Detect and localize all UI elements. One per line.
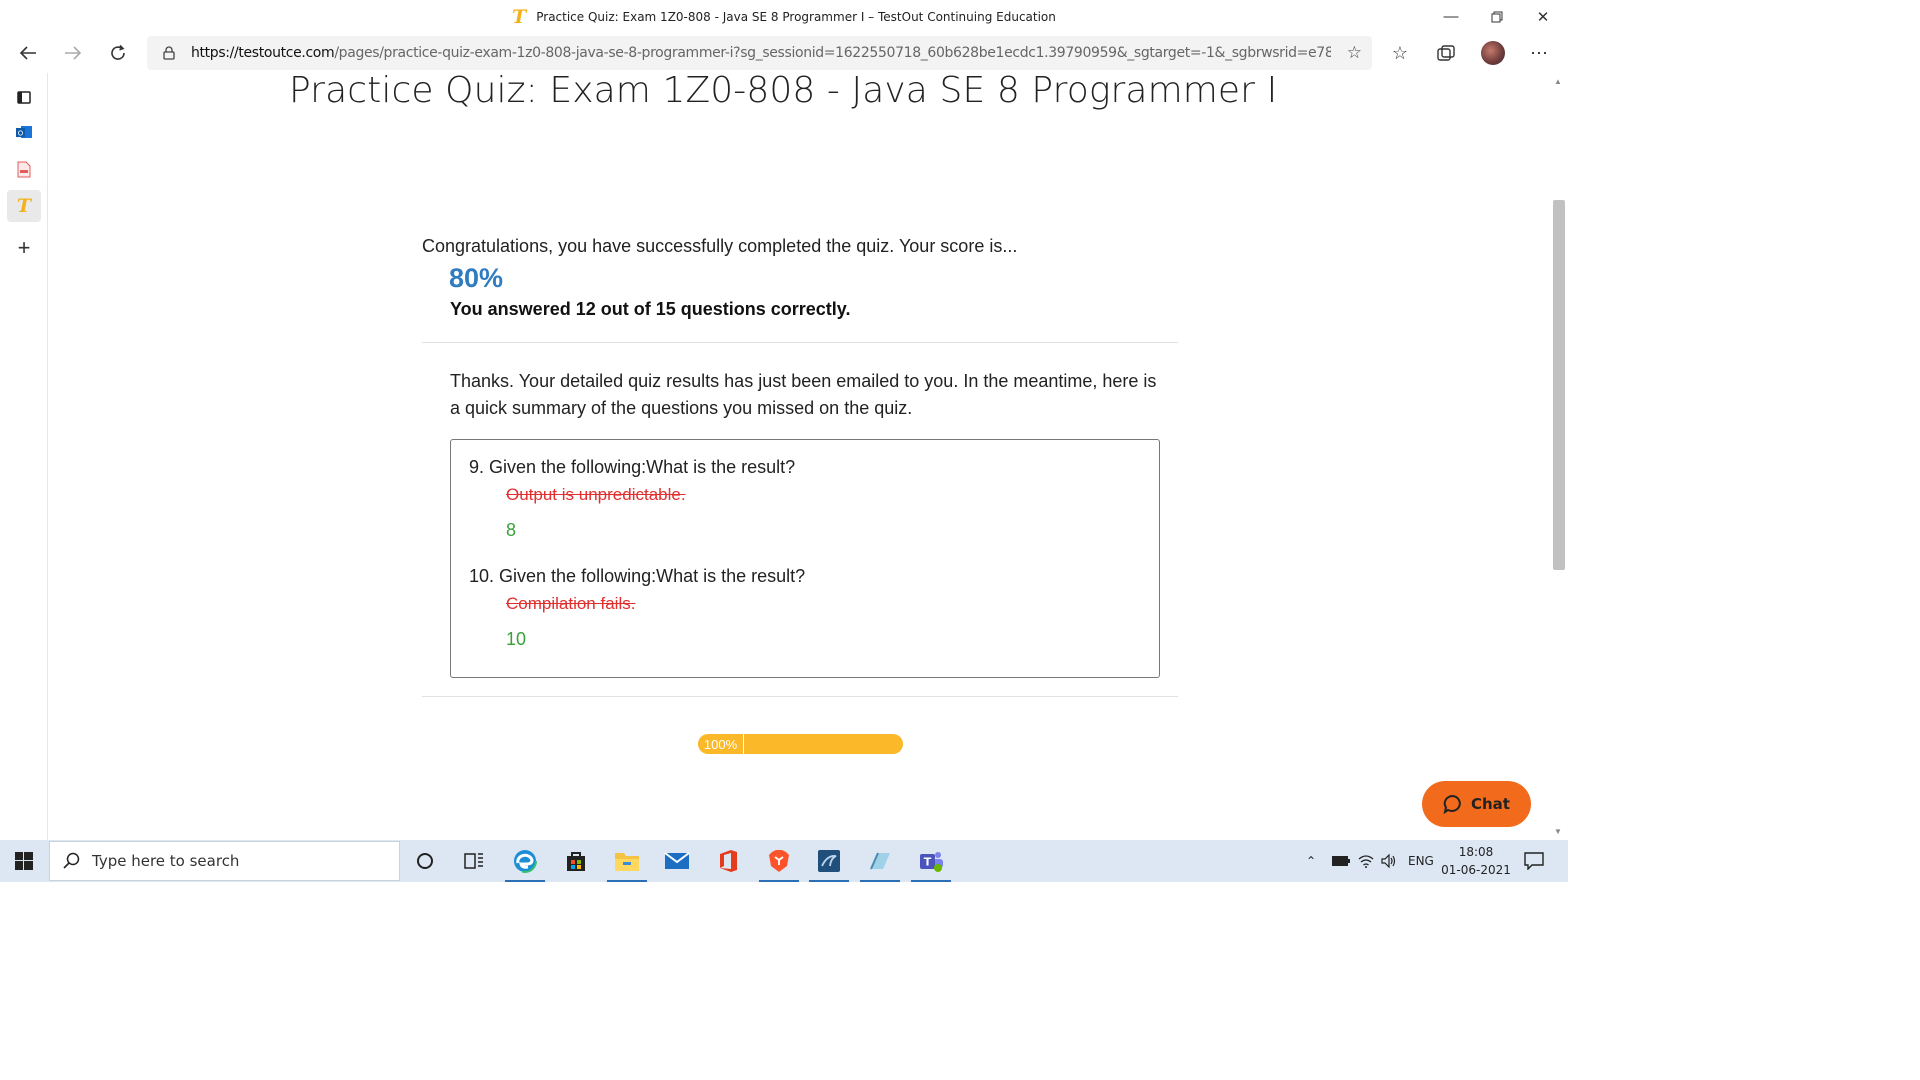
lock-icon[interactable] — [161, 45, 177, 61]
scroll-thumb[interactable] — [1553, 200, 1565, 570]
taskbar-search-input[interactable]: Type here to search — [49, 841, 400, 881]
divider — [422, 696, 1178, 697]
missed-question: 9. Given the following:What is the resul… — [469, 457, 796, 477]
file-explorer-icon[interactable] — [602, 840, 652, 882]
page-content: Practice Quiz: Exam 1Z0-808 - Java SE 8 … — [49, 73, 1550, 840]
search-placeholder: Type here to search — [92, 852, 240, 870]
favorites-icon[interactable]: ☆ — [1385, 39, 1415, 67]
mail-icon[interactable] — [652, 840, 702, 882]
refresh-button[interactable] — [101, 37, 135, 69]
notepad-app-icon[interactable] — [855, 840, 905, 882]
language-indicator[interactable]: ENG — [1408, 840, 1434, 882]
address-bar[interactable]: https://testoutce.com/pages/practice-qui… — [147, 36, 1372, 70]
wifi-icon[interactable] — [1358, 840, 1374, 882]
office-icon[interactable] — [7, 153, 41, 185]
correct-answer: 8 — [506, 520, 517, 540]
search-icon — [63, 852, 80, 869]
teams-icon[interactable]: T — [906, 840, 956, 882]
add-sidebar-icon[interactable]: + — [7, 232, 41, 264]
score-value: 80% — [449, 263, 504, 293]
svg-text:T: T — [924, 856, 932, 869]
scroll-down-icon[interactable]: ▼ — [1554, 827, 1562, 836]
more-menu-icon[interactable]: ⋯ — [1524, 39, 1554, 67]
browser-sidebar: O T + — [0, 73, 48, 840]
testout-tab-icon[interactable]: T — [7, 190, 41, 222]
windows-start-button[interactable] — [0, 840, 48, 882]
back-button[interactable] — [11, 37, 45, 69]
clock-date: 01-06-2021 — [1441, 863, 1511, 877]
congrats-text: Congratulations, you have successfully c… — [422, 236, 1018, 256]
progress-label: 100% — [698, 734, 744, 754]
url-text[interactable]: https://testoutce.com/pages/practice-qui… — [191, 45, 1331, 61]
battery-icon[interactable] — [1332, 840, 1350, 882]
answered-summary: You answered 12 out of 15 questions corr… — [450, 299, 851, 319]
divider — [422, 342, 1178, 343]
missed-question: 10. Given the following:What is the resu… — [469, 566, 806, 586]
volume-icon[interactable] — [1381, 840, 1397, 882]
edge-taskbar-icon[interactable] — [500, 840, 550, 882]
windows-taskbar: Type here to search T ⌃ ENG 18:08 01-06-… — [0, 840, 1568, 882]
window-titlebar: T Practice Quiz: Exam 1Z0-808 - Java SE … — [0, 0, 1568, 33]
correct-answer: 10 — [506, 629, 527, 649]
scroll-up-icon[interactable]: ▲ — [1554, 77, 1562, 86]
collections-icon[interactable] — [1431, 39, 1461, 67]
progress-bar: 100% — [698, 734, 903, 754]
cortana-icon[interactable] — [400, 840, 450, 882]
your-answer-wrong: Output is unpredictable. — [506, 485, 686, 504]
svg-text:O: O — [18, 130, 24, 138]
chat-bubble-icon — [1443, 794, 1461, 814]
add-favorite-icon[interactable]: ☆ — [1347, 43, 1362, 63]
chat-label: Chat — [1471, 795, 1510, 813]
taskbar-clock[interactable]: 18:08 01-06-2021 — [1440, 843, 1512, 879]
testout-logo-icon: T — [512, 5, 527, 28]
chat-button[interactable]: Chat — [1422, 781, 1531, 827]
missed-questions-box: 9. Given the following:What is the resul… — [450, 439, 1160, 678]
forward-button[interactable] — [56, 37, 90, 69]
notifications-icon[interactable] — [1524, 840, 1544, 882]
thanks-text: Thanks. Your detailed quiz results has j… — [450, 371, 1157, 418]
clock-time: 18:08 — [1458, 845, 1494, 859]
your-answer-wrong: Compilation fails. — [506, 594, 636, 613]
profile-avatar[interactable] — [1478, 39, 1508, 67]
outlook-icon[interactable]: O — [7, 116, 41, 148]
office-taskbar-icon[interactable] — [703, 840, 753, 882]
store-icon[interactable] — [551, 840, 601, 882]
restore-button[interactable] — [1474, 0, 1520, 33]
browser-toolbar: https://testoutce.com/pages/practice-qui… — [0, 33, 1568, 73]
tray-overflow-icon[interactable]: ⌃ — [1306, 840, 1316, 882]
page-title: Practice Quiz: Exam 1Z0-808 - Java SE 8 … — [289, 73, 1278, 111]
close-button[interactable]: ✕ — [1520, 0, 1566, 33]
mysql-workbench-icon[interactable] — [804, 840, 854, 882]
page-scrollbar[interactable]: ▲ ▼ — [1550, 73, 1568, 840]
tab-actions-icon[interactable] — [7, 81, 41, 113]
task-view-icon[interactable] — [449, 840, 499, 882]
minimize-button[interactable]: — — [1428, 0, 1474, 33]
window-title: Practice Quiz: Exam 1Z0-808 - Java SE 8 … — [536, 9, 1056, 24]
brave-browser-icon[interactable] — [754, 840, 804, 882]
